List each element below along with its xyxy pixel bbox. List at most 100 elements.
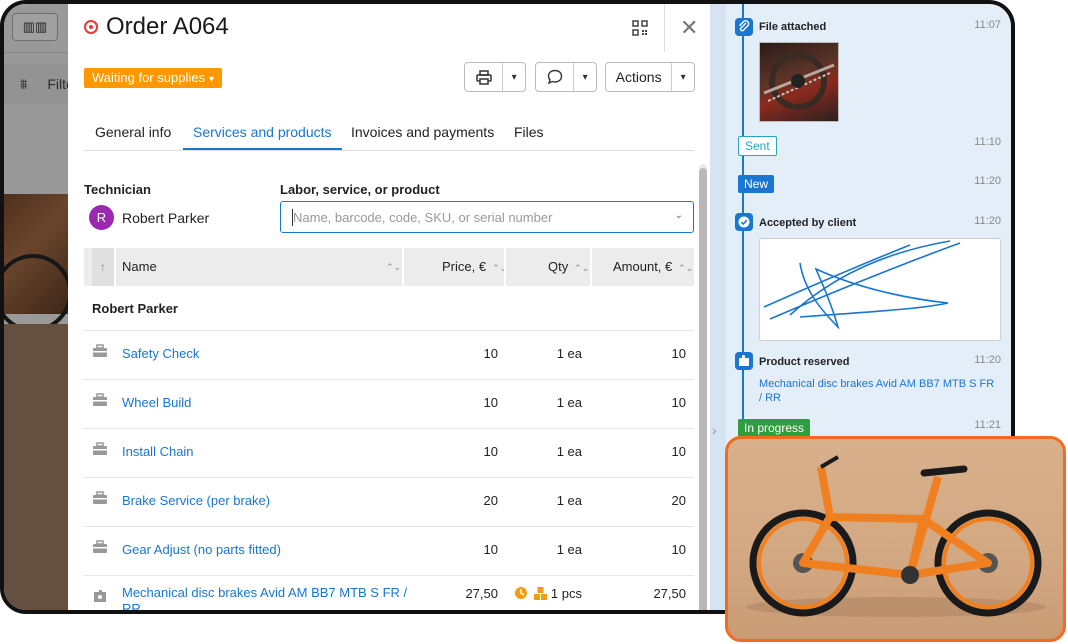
event-title: Accepted by client [759, 217, 857, 229]
column-amount-label: Amount, € [613, 259, 673, 274]
check-badge-icon [735, 213, 753, 231]
sort-arrow-up-icon[interactable]: ↑ [92, 248, 114, 286]
scrollbar-thumb[interactable] [699, 168, 707, 610]
modal-overlay[interactable] [4, 4, 74, 610]
event-time: 11:20 [974, 354, 1001, 366]
event-title: File attached [759, 21, 827, 33]
status-label: Waiting for supplies [92, 70, 205, 85]
printer-icon [475, 69, 492, 85]
row-name-link[interactable]: Wheel Build [122, 395, 191, 410]
actions-button[interactable]: Actions ▾ [605, 62, 695, 92]
chevron-down-icon[interactable]: ⌄ [675, 210, 683, 221]
table-row[interactable]: Install Chain 10 1 ea 10 [84, 428, 694, 478]
row-price: 10 [483, 395, 498, 410]
table-row[interactable]: Safety Check 10 1 ea 10 [84, 330, 694, 380]
row-amount: 10 [671, 444, 686, 459]
group-header: Robert Parker [92, 301, 178, 316]
column-qty-label: Qty [548, 259, 569, 274]
event-time: 11:07 [974, 19, 1001, 31]
tab-bar: General info Services and products Invoi… [84, 114, 694, 151]
event-time: 11:21 [974, 419, 1001, 431]
order-header: Order A064 ✕ [68, 4, 710, 54]
sort-icon: ⌃⌄ [678, 263, 694, 273]
puzzle-piece-icon [735, 352, 753, 370]
print-button[interactable]: ▾ [464, 62, 526, 92]
bicycle-photo [725, 436, 1066, 642]
row-amount: 10 [671, 542, 686, 557]
column-price[interactable]: Price, € ⌃⌄ [442, 248, 507, 286]
row-amount: 10 [671, 346, 686, 361]
service-icon [93, 540, 107, 553]
column-amount[interactable]: Amount, € ⌃⌄ [613, 248, 693, 286]
status-badge[interactable]: Waiting for supplies ▾ [84, 68, 222, 88]
tab-files[interactable]: Files [514, 114, 544, 150]
row-price: 10 [483, 444, 498, 459]
service-icon [93, 491, 107, 504]
chevron-right-icon[interactable]: › [712, 422, 717, 438]
sort-icon[interactable]: ⌃⌄ [386, 248, 401, 286]
scrollbar[interactable] [699, 164, 707, 610]
row-price: 10 [483, 346, 498, 361]
actions-label: Actions [615, 69, 662, 85]
tab-services-and-products[interactable]: Services and products [183, 114, 342, 150]
technician-name[interactable]: Robert Parker [122, 210, 209, 226]
sort-icon: ⌃⌄ [574, 263, 590, 273]
product-search-input[interactable]: Name, barcode, code, SKU, or serial numb… [280, 201, 694, 233]
close-icon[interactable]: ✕ [680, 17, 698, 39]
status-badge-in-progress: In progress [738, 419, 811, 437]
table-header: ↑ Name ⌃⌄ Price, € ⌃⌄ Qty ⌃⌄ Amount, € ⌃⌄ [84, 248, 694, 286]
background-app: ▥▥ ⩩ Filte [4, 4, 74, 610]
row-qty[interactable]: 1 ea [557, 493, 582, 508]
event-title: Product reserved [759, 356, 850, 368]
table-row[interactable]: Brake Service (per brake) 20 1 ea 20 [84, 477, 694, 527]
row-qty[interactable]: 1 ea [557, 395, 582, 410]
search-placeholder: Name, barcode, code, SKU, or serial numb… [293, 210, 553, 225]
target-icon [84, 20, 98, 34]
row-name-link[interactable]: Gear Adjust (no parts fitted) [122, 542, 281, 557]
table-row[interactable]: Wheel Build 10 1 ea 10 [84, 379, 694, 429]
header-divider [664, 4, 665, 52]
row-qty[interactable]: 1 ea [557, 542, 582, 557]
row-amount: 10 [671, 395, 686, 410]
event-time: 11:20 [974, 175, 1001, 187]
comment-button[interactable]: ▾ [535, 62, 597, 92]
table-row[interactable]: Gear Adjust (no parts fitted) 10 1 ea 10 [84, 526, 694, 576]
tab-invoices-and-payments[interactable]: Invoices and payments [351, 114, 494, 150]
row-name-link[interactable]: Install Chain [122, 444, 194, 459]
reserved-product-link[interactable]: Mechanical disc brakes Avid AM BB7 MTB S… [759, 377, 999, 405]
panel-resize-handle[interactable] [710, 4, 726, 610]
product-icon [94, 590, 106, 602]
column-qty[interactable]: Qty ⌃⌄ [548, 248, 589, 286]
client-signature [759, 238, 1001, 341]
chevron-down-icon[interactable]: ▾ [672, 63, 694, 91]
paperclip-icon [735, 18, 753, 36]
search-label: Labor, service, or product [280, 182, 440, 197]
chevron-down-icon: ▾ [208, 74, 214, 85]
tab-general-info[interactable]: General info [95, 114, 171, 150]
table-row[interactable]: Mechanical disc brakes Avid AM BB7 MTB S… [84, 575, 694, 610]
row-name-link[interactable]: Mechanical disc brakes Avid AM BB7 MTB S… [122, 585, 412, 610]
row-price: 20 [483, 493, 498, 508]
row-qty[interactable]: 1 ea [557, 444, 582, 459]
row-name-link[interactable]: Brake Service (per brake) [122, 493, 270, 508]
chevron-down-icon[interactable]: ▾ [574, 63, 596, 91]
row-qty[interactable]: 1 ea [557, 346, 582, 361]
status-badge-sent: Sent [738, 136, 777, 156]
row-price: 27,50 [465, 586, 498, 601]
status-badge-new: New [738, 175, 775, 193]
attached-photo[interactable] [759, 42, 839, 122]
order-panel: Order A064 ✕ Waiting for supplies ▾ ▾ ▾ … [68, 4, 710, 610]
avatar[interactable]: R [89, 205, 114, 230]
column-name-label: Name [122, 259, 157, 274]
column-name[interactable]: Name [122, 248, 157, 286]
qr-code-icon[interactable] [632, 20, 648, 36]
row-qty[interactable]: 1 pcs [551, 586, 582, 601]
column-price-label: Price, € [442, 259, 487, 274]
chat-bubble-icon [547, 69, 562, 85]
stock-warning-icon[interactable] [514, 585, 548, 601]
chevron-down-icon[interactable]: ▾ [503, 63, 525, 91]
row-name-link[interactable]: Safety Check [122, 346, 199, 361]
row-amount: 20 [671, 493, 686, 508]
page-title: Order A064 [106, 13, 229, 40]
service-icon [93, 393, 107, 406]
